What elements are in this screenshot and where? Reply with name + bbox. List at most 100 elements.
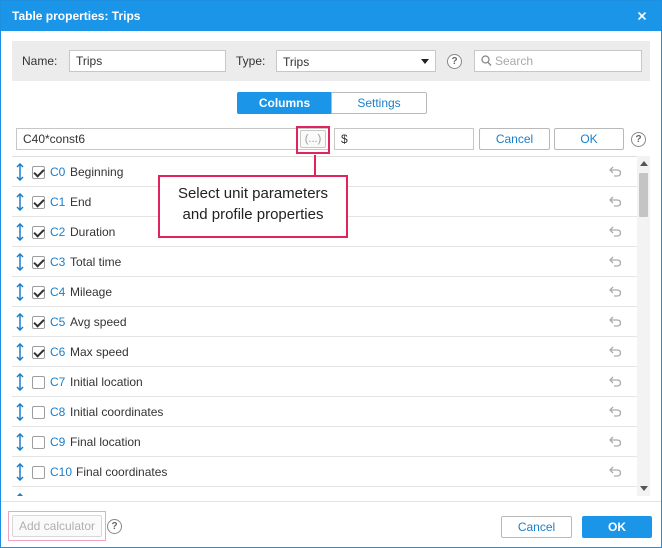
column-code: C6 [50,345,66,359]
column-name: End [70,195,92,209]
drag-vertical-icon[interactable] [15,432,25,454]
column-row[interactable]: C10 Final coordinates [12,457,637,487]
column-name: Mileage [70,285,113,299]
close-icon[interactable] [635,9,649,23]
undo-icon[interactable] [609,346,622,360]
column-code: C2 [50,225,66,239]
search-input[interactable] [495,51,639,71]
help-icon[interactable]: ? [447,54,462,69]
undo-icon[interactable] [609,226,622,240]
column-checkbox[interactable] [32,166,45,179]
type-select-value: Trips [283,55,310,69]
undo-icon[interactable] [609,196,622,210]
scrollbar-thumb[interactable] [639,173,648,217]
column-checkbox[interactable] [32,316,45,329]
column-name: Initial coordinates [70,405,164,419]
tab-settings[interactable]: Settings [331,92,427,114]
name-label: Name: [22,54,58,68]
column-code: C8 [50,405,66,419]
column-name: Initial location [70,375,143,389]
column-checkbox[interactable] [32,406,45,419]
formula-ok-button[interactable]: OK [554,128,624,150]
drag-vertical-icon[interactable] [15,402,25,424]
search-icon [481,55,492,66]
undo-icon[interactable] [609,316,622,330]
undo-icon[interactable] [609,376,622,390]
footer-help-icon[interactable]: ? [107,519,122,534]
column-checkbox[interactable] [32,436,45,449]
drag-vertical-icon[interactable] [15,312,25,334]
column-code: C9 [50,435,66,449]
scroll-down-icon[interactable] [640,486,648,491]
undo-icon[interactable] [609,166,622,180]
column-name: Beginning [70,165,124,179]
name-input[interactable] [69,50,226,72]
dialog-ok-button[interactable]: OK [582,516,652,538]
formula-cancel-button[interactable]: Cancel [479,128,550,150]
drag-vertical-icon[interactable] [15,282,25,304]
tab-columns[interactable]: Columns [237,92,332,114]
drag-vertical-icon[interactable] [15,462,25,484]
undo-icon[interactable] [609,286,622,300]
tab-bar: Columns Settings [237,92,427,114]
column-row[interactable]: C4 Mileage [12,277,637,307]
table-properties-dialog: Table properties: Trips Name: Type: Trip… [0,0,662,548]
drag-vertical-icon[interactable] [15,162,25,184]
column-name: Final location [70,435,141,449]
drag-vertical-icon[interactable] [15,372,25,394]
formula-input[interactable] [16,128,329,150]
column-checkbox[interactable] [32,376,45,389]
column-checkbox[interactable] [32,256,45,269]
drag-vertical-icon[interactable] [15,492,25,496]
insert-parameter-highlight [296,126,330,154]
column-name: Duration [70,225,116,239]
column-checkbox[interactable] [32,466,45,479]
drag-vertical-icon[interactable] [15,342,25,364]
column-row[interactable]: C5 Avg speed [12,307,637,337]
add-calculator-button[interactable]: Add calculator [12,515,102,537]
column-checkbox[interactable] [32,196,45,209]
drag-vertical-icon[interactable] [15,192,25,214]
callout-line-1: Select unit parameters [177,185,329,202]
column-code: C7 [50,375,66,389]
column-name: Driver [76,495,108,496]
callout-line-2: and profile properties [182,206,324,223]
column-row[interactable]: C11 Driver [12,487,637,496]
undo-icon[interactable] [609,466,622,480]
column-name: Max speed [70,345,129,359]
drag-vertical-icon[interactable] [15,252,25,274]
column-code: C4 [50,285,66,299]
columns-scrollbar[interactable] [637,156,650,496]
column-row[interactable]: C3 Total time [12,247,637,277]
column-row[interactable]: C7 Initial location [12,367,637,397]
unit-input[interactable] [334,128,474,150]
formula-help-icon[interactable]: ? [631,132,646,147]
undo-icon[interactable] [609,436,622,450]
footer-divider [1,501,661,502]
column-row[interactable]: C8 Initial coordinates [12,397,637,427]
column-row[interactable]: C9 Final location [12,427,637,457]
column-code: C3 [50,255,66,269]
column-checkbox[interactable] [32,286,45,299]
undo-icon[interactable] [609,406,622,420]
column-checkbox[interactable] [32,346,45,359]
table-header-panel: Name: Type: Trips ? [12,41,650,81]
column-name: Total time [70,255,122,269]
type-select[interactable]: Trips [276,50,436,72]
scroll-up-icon[interactable] [640,161,648,166]
chevron-down-icon [421,59,429,64]
column-name: Final coordinates [76,465,168,479]
column-row[interactable]: C6 Max speed [12,337,637,367]
column-code: C1 [50,195,66,209]
search-box[interactable] [474,50,642,72]
drag-vertical-icon[interactable] [15,222,25,244]
column-code: C11 [50,495,71,496]
dialog-titlebar: Table properties: Trips [1,1,661,31]
column-code: C10 [50,465,73,479]
column-checkbox[interactable] [32,226,45,239]
type-label: Type: [236,54,266,68]
callout-annotation: Select unit parameters and profile prope… [158,175,348,238]
undo-icon[interactable] [609,256,622,270]
dialog-cancel-button[interactable]: Cancel [501,516,572,538]
column-code: C5 [50,315,66,329]
